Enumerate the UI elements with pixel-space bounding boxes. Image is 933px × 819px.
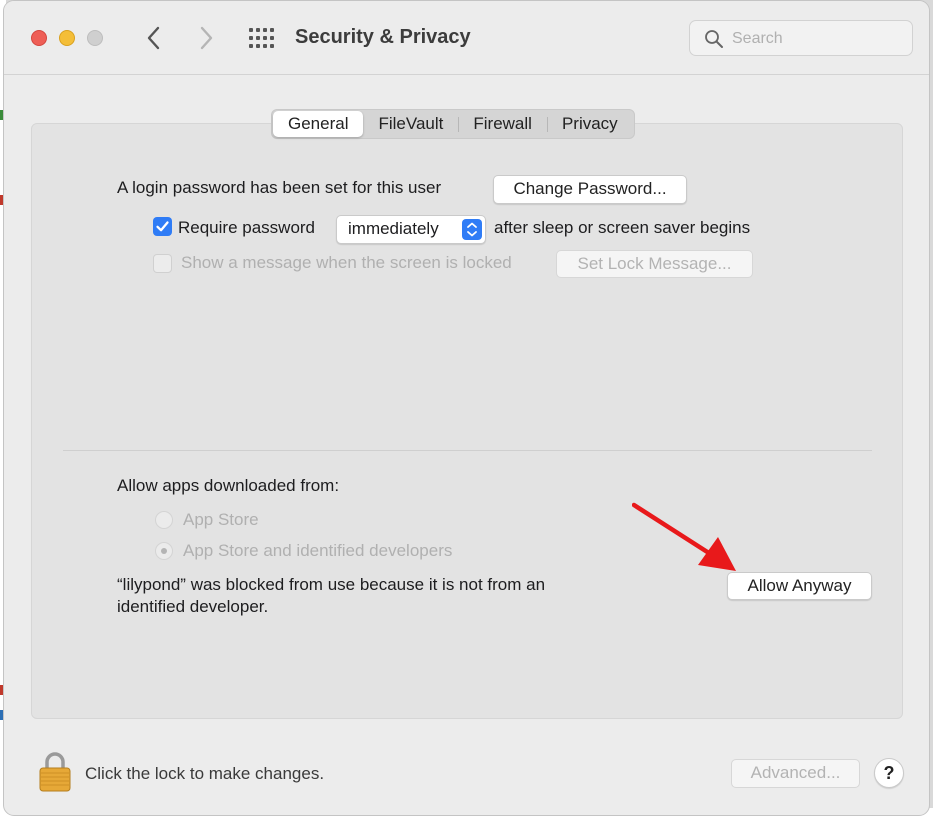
blocked-message-line1: “lilypond” was blocked from use because … <box>117 575 546 594</box>
allow-anyway-button[interactable]: Allow Anyway <box>727 572 872 600</box>
radio-app-store-label: App Store <box>183 510 259 529</box>
change-password-button[interactable]: Change Password... <box>493 175 687 204</box>
tab-general[interactable]: General <box>273 111 364 137</box>
grid-icon <box>249 28 274 48</box>
require-password-checkbox[interactable] <box>153 217 172 236</box>
radio-app-store[interactable] <box>155 511 173 529</box>
back-button[interactable] <box>142 25 166 51</box>
tab-bar: General FileVault Firewall Privacy <box>271 109 635 139</box>
blocked-message-line2: identified developer. <box>117 597 269 616</box>
search-icon <box>705 30 723 48</box>
after-sleep-text: after sleep or screen saver begins <box>494 218 751 237</box>
arrow-annotation-icon <box>632 502 736 571</box>
minimize-button[interactable] <box>59 30 75 46</box>
tab-privacy[interactable]: Privacy <box>546 111 633 137</box>
close-button[interactable] <box>31 30 47 46</box>
show-message-label: Show a message when the screen is locked <box>181 253 512 272</box>
search-field[interactable] <box>689 20 913 56</box>
chevron-left-icon <box>147 26 160 50</box>
password-delay-value: immediately <box>348 219 439 238</box>
allow-apps-heading: Allow apps downloaded from: <box>117 476 340 495</box>
tab-filevault[interactable]: FileVault <box>363 111 458 137</box>
window-title: Security & Privacy <box>295 26 471 48</box>
forward-button[interactable] <box>194 25 218 51</box>
chevron-right-icon <box>200 26 213 50</box>
section-divider <box>63 450 872 451</box>
password-delay-select[interactable]: immediately <box>336 215 486 244</box>
up-down-chevron-icon <box>462 219 482 240</box>
lock-icon[interactable] <box>38 750 72 792</box>
show-all-button[interactable] <box>247 27 275 49</box>
checkmark-icon <box>156 221 169 232</box>
search-input[interactable] <box>730 28 904 50</box>
content-panel <box>31 123 903 719</box>
login-password-text: A login password has been set for this u… <box>117 178 442 197</box>
show-message-checkbox[interactable] <box>153 254 172 273</box>
lock-hint-text: Click the lock to make changes. <box>85 764 325 783</box>
require-password-label: Require password <box>178 218 316 237</box>
zoom-button[interactable] <box>87 30 103 46</box>
radio-identified-developers[interactable] <box>155 542 173 560</box>
advanced-button[interactable]: Advanced... <box>731 759 860 788</box>
titlebar: Security & Privacy <box>4 1 929 75</box>
security-privacy-window: Security & Privacy General FileVault Fir… <box>3 0 930 816</box>
set-lock-message-button[interactable]: Set Lock Message... <box>556 250 753 278</box>
tab-firewall[interactable]: Firewall <box>458 111 547 137</box>
radio-identified-developers-label: App Store and identified developers <box>183 541 453 560</box>
help-button[interactable]: ? <box>874 758 904 788</box>
